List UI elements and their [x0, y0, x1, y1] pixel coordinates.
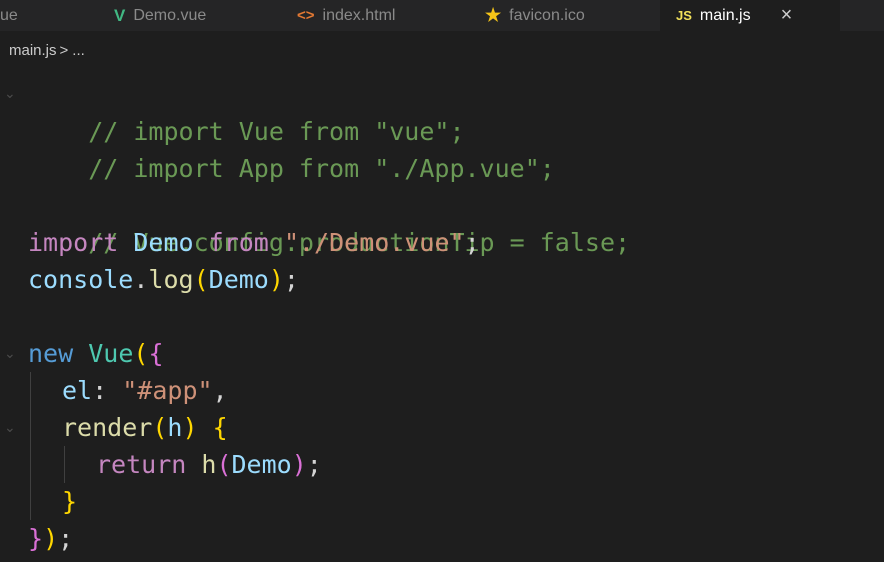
indent-guide — [64, 446, 65, 483]
code-line: }); — [28, 524, 74, 553]
code-line: el: "#app", — [62, 376, 228, 405]
fold-chevron-icon[interactable]: ⌄ — [4, 336, 20, 373]
tab-favicon-ico[interactable]: ★ favicon.ico — [485, 0, 645, 31]
code-line: // import Vue from "vue"; — [88, 117, 465, 146]
tab-demo-vue[interactable]: V Demo.vue — [114, 0, 264, 31]
close-icon[interactable]: × — [781, 4, 793, 27]
code-line: // Vue.config.productionTip = false; — [88, 228, 631, 257]
tab-ue[interactable]: ue — [0, 0, 84, 31]
js-file-icon: JS — [676, 8, 692, 23]
editor-tab-bar: ue V Demo.vue <> index.html ★ favicon.ic… — [0, 0, 884, 31]
chevron-right-icon: > — [59, 42, 69, 59]
tab-label: index.html — [322, 6, 396, 24]
code-line: } — [62, 487, 78, 516]
breadcrumb-file[interactable]: main.js — [9, 42, 57, 59]
code-line: console.log(Demo); — [28, 265, 299, 294]
fold-chevron-icon[interactable]: ⌄ — [4, 410, 20, 447]
code-line: return h(Demo); — [96, 450, 322, 479]
code-line: new Vue({ — [28, 339, 164, 368]
tab-label: ue — [0, 6, 18, 24]
indent-guide — [30, 372, 31, 520]
breadcrumb: main.js >... — [9, 42, 85, 59]
tab-main-js[interactable]: JS main.js × — [660, 0, 840, 31]
html-file-icon: <> — [297, 7, 315, 24]
vue-file-icon: V — [114, 5, 126, 25]
tab-label: Demo.vue — [133, 6, 207, 24]
code-line: // import App from "./App.vue"; — [88, 154, 555, 183]
tab-index-html[interactable]: <> index.html — [297, 0, 457, 31]
code-editor[interactable]: ⌄ ⌄ ⌄ // import Vue from "vue"; // impor… — [0, 72, 884, 562]
tab-label: main.js — [699, 6, 751, 24]
breadcrumb-more[interactable]: ... — [72, 42, 85, 59]
fold-chevron-icon[interactable]: ⌄ — [4, 76, 20, 113]
code-line: import Demo from "./Demo.vue"; — [28, 228, 480, 257]
tab-label: favicon.ico — [509, 6, 585, 24]
code-line: render(h) { — [62, 413, 228, 442]
favicon-star-icon: ★ — [485, 5, 502, 25]
